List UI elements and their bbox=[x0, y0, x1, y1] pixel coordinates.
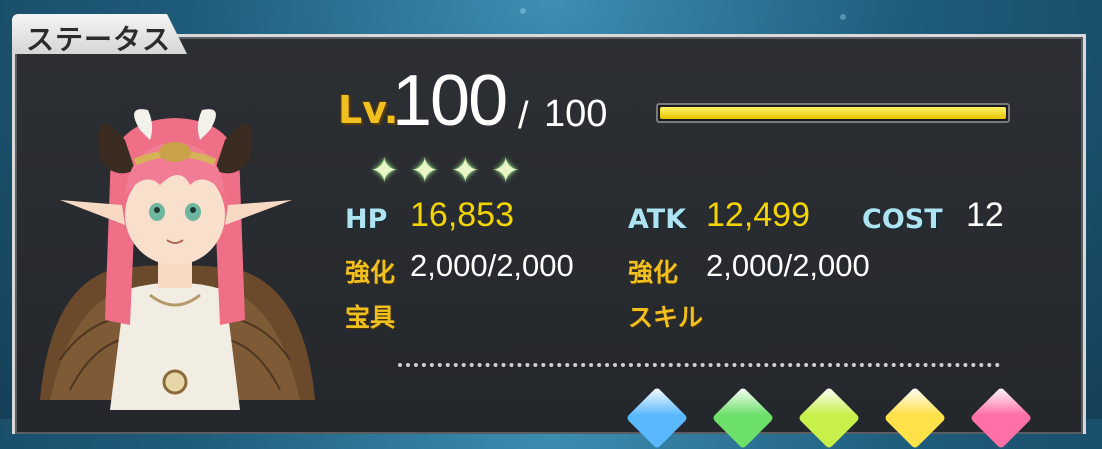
background-sparkle bbox=[840, 14, 846, 20]
atk-value: 12,499 bbox=[706, 196, 810, 234]
cost-value: 12 bbox=[966, 196, 1004, 234]
level-max: 100 bbox=[544, 93, 608, 135]
rarity-star-icon: ✦ bbox=[370, 151, 399, 191]
rarity-star-icon: ✦ bbox=[410, 151, 440, 191]
atk-enhance-label: 強化 bbox=[628, 258, 679, 287]
hp-enhance-label: 強化 bbox=[345, 258, 396, 287]
rarity-stars: ✦ ✦ ✦ ✦ bbox=[370, 154, 520, 188]
rarity-star-icon: ✦ bbox=[491, 151, 521, 191]
hp-value: 16,853 bbox=[410, 196, 514, 234]
experience-bar-fill bbox=[660, 107, 1006, 119]
rarity-star-icon: ✦ bbox=[451, 151, 480, 191]
status-title: ステータス bbox=[26, 23, 172, 56]
background-sparkle bbox=[520, 8, 526, 14]
divider bbox=[398, 363, 1000, 367]
hp-enhance-value: 2,000/2,000 bbox=[410, 248, 574, 283]
noble-phantasm-label[interactable]: 宝具 bbox=[345, 298, 395, 334]
atk-label: ATK bbox=[628, 204, 687, 235]
cost-label: COST bbox=[862, 204, 943, 235]
level-label: Lv. bbox=[338, 88, 399, 132]
level-separator: / bbox=[518, 95, 529, 137]
atk-enhance-value: 2,000/2,000 bbox=[706, 248, 870, 283]
level-value: 100 bbox=[392, 61, 508, 141]
servant-portrait[interactable] bbox=[30, 100, 320, 410]
skill-label[interactable]: スキル bbox=[628, 298, 703, 334]
hp-label: HP bbox=[345, 204, 388, 235]
experience-bar bbox=[656, 103, 1010, 123]
